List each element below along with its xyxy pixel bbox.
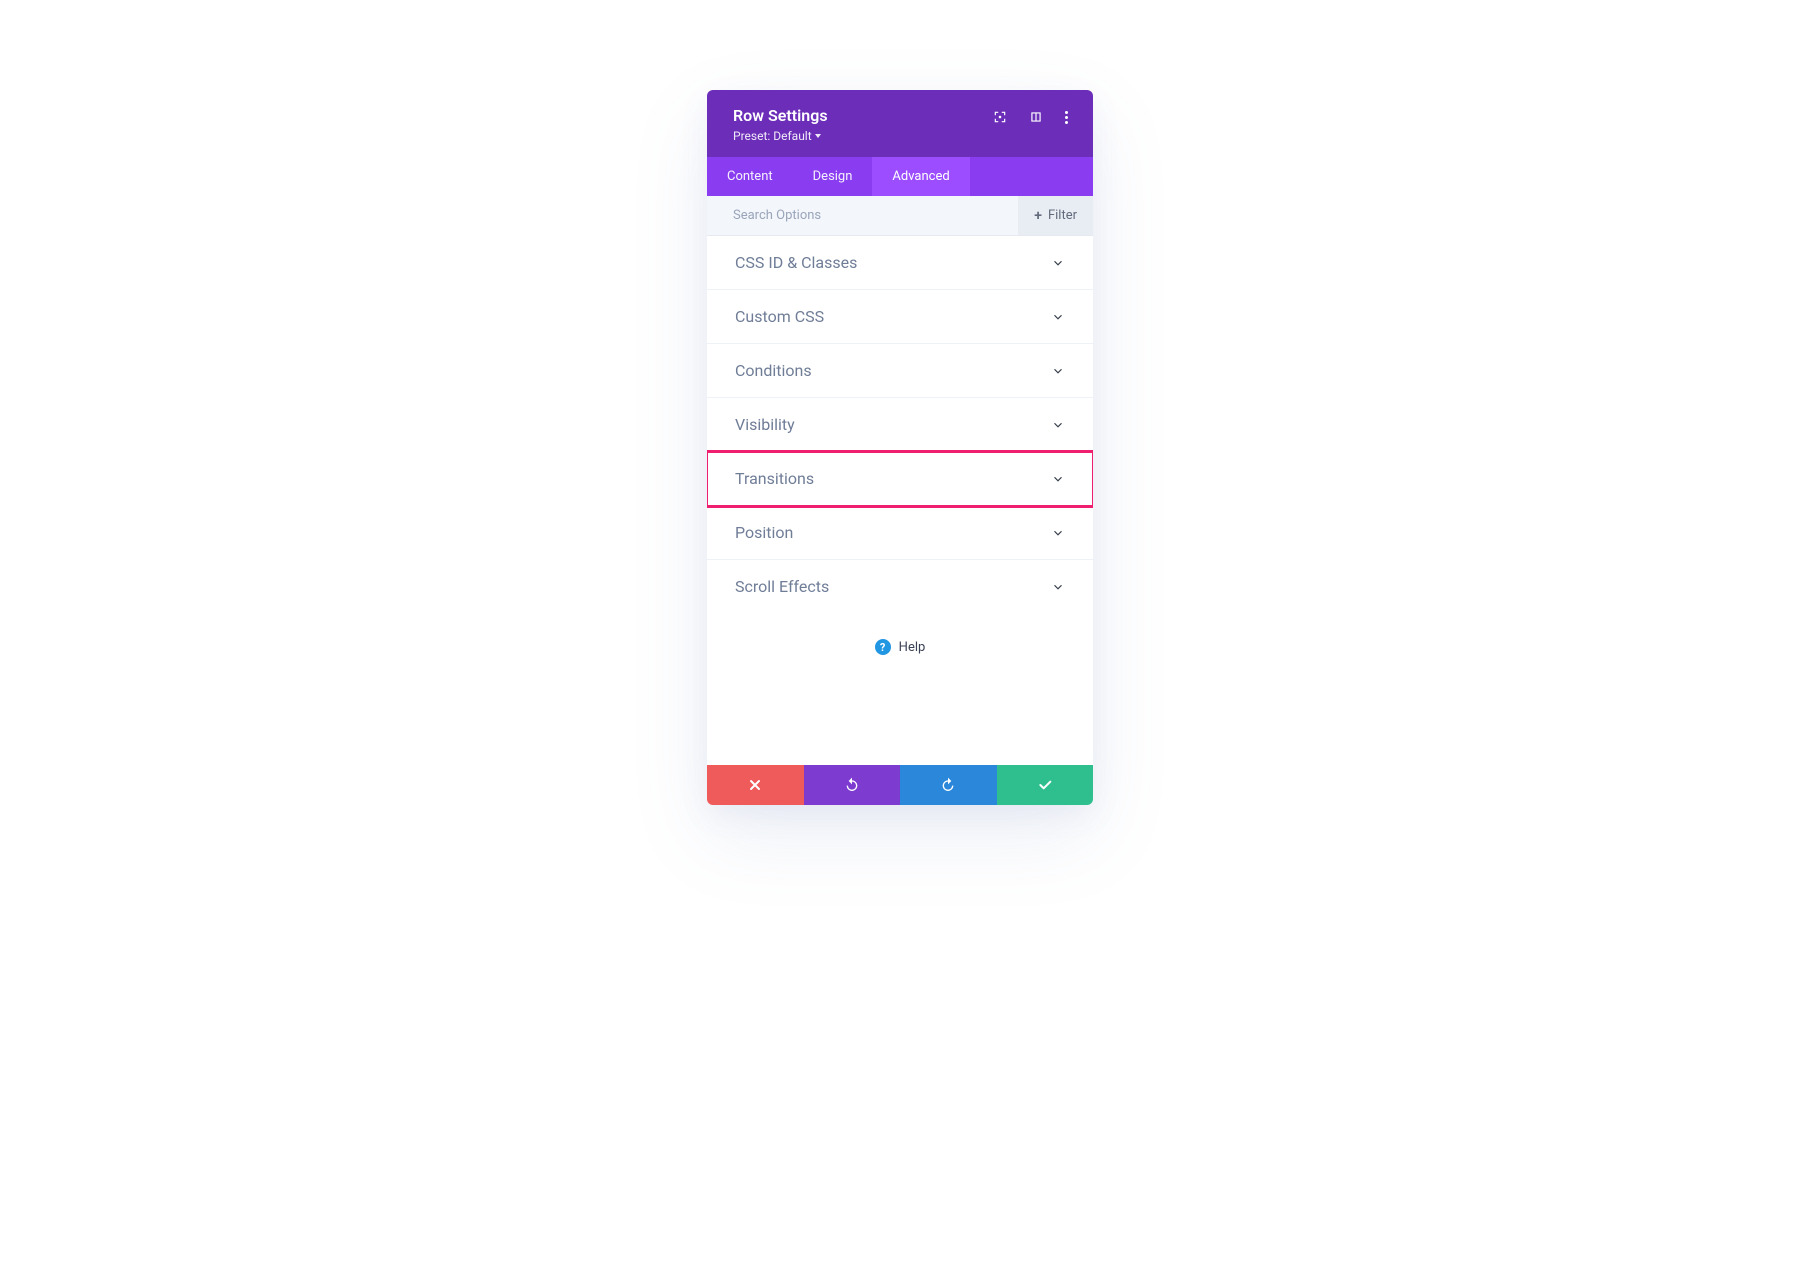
tab-advanced[interactable]: Advanced [872, 157, 969, 196]
modal-footer [707, 765, 1093, 805]
check-icon [1037, 777, 1053, 793]
panel-icon[interactable] [1029, 110, 1043, 124]
modal-header: Row Settings Preset: Default [707, 90, 1093, 157]
option-label: Transitions [735, 469, 814, 488]
option-scroll-effects[interactable]: Scroll Effects [707, 560, 1093, 613]
option-label: Custom CSS [735, 307, 824, 326]
undo-button[interactable] [804, 765, 901, 805]
header-icon-group [993, 106, 1069, 124]
chevron-down-icon [1051, 364, 1065, 378]
filter-button[interactable]: + Filter [1018, 196, 1093, 235]
chevron-down-icon [1051, 526, 1065, 540]
option-visibility[interactable]: Visibility [707, 398, 1093, 452]
tab-design[interactable]: Design [793, 157, 873, 196]
option-css-id-classes[interactable]: CSS ID & Classes [707, 236, 1093, 290]
option-position[interactable]: Position [707, 506, 1093, 560]
row-settings-modal: Row Settings Preset: Default Content Des… [707, 90, 1093, 805]
confirm-button[interactable] [997, 765, 1094, 805]
filter-label: Filter [1048, 208, 1077, 223]
option-conditions[interactable]: Conditions [707, 344, 1093, 398]
close-button[interactable] [707, 765, 804, 805]
chevron-down-icon [1051, 310, 1065, 324]
caret-down-icon [815, 134, 821, 138]
chevron-down-icon [1051, 580, 1065, 594]
more-icon[interactable] [1065, 111, 1069, 124]
help-icon: ? [875, 639, 891, 655]
header-title-block: Row Settings Preset: Default [733, 106, 828, 143]
option-transitions[interactable]: Transitions [707, 452, 1093, 506]
option-custom-css[interactable]: Custom CSS [707, 290, 1093, 344]
option-label: Position [735, 523, 793, 542]
preset-dropdown[interactable]: Preset: Default [733, 129, 828, 143]
option-label: CSS ID & Classes [735, 253, 857, 272]
close-icon [747, 777, 763, 793]
tabs-bar: Content Design Advanced [707, 157, 1093, 196]
undo-icon [844, 777, 860, 793]
option-label: Scroll Effects [735, 577, 829, 596]
help-label: Help [899, 640, 926, 655]
plus-icon: + [1034, 209, 1042, 223]
search-input[interactable] [707, 196, 1018, 235]
redo-button[interactable] [900, 765, 997, 805]
chevron-down-icon [1051, 418, 1065, 432]
expand-icon[interactable] [993, 110, 1007, 124]
search-bar: + Filter [707, 196, 1093, 236]
modal-title: Row Settings [733, 106, 828, 125]
help-link[interactable]: ? Help [707, 613, 1093, 765]
chevron-down-icon [1051, 256, 1065, 270]
option-label: Visibility [735, 415, 795, 434]
tab-content[interactable]: Content [707, 157, 793, 196]
options-list: CSS ID & Classes Custom CSS Conditions V… [707, 236, 1093, 613]
preset-label: Preset: Default [733, 129, 812, 143]
chevron-down-icon [1051, 472, 1065, 486]
redo-icon [940, 777, 956, 793]
option-label: Conditions [735, 361, 812, 380]
